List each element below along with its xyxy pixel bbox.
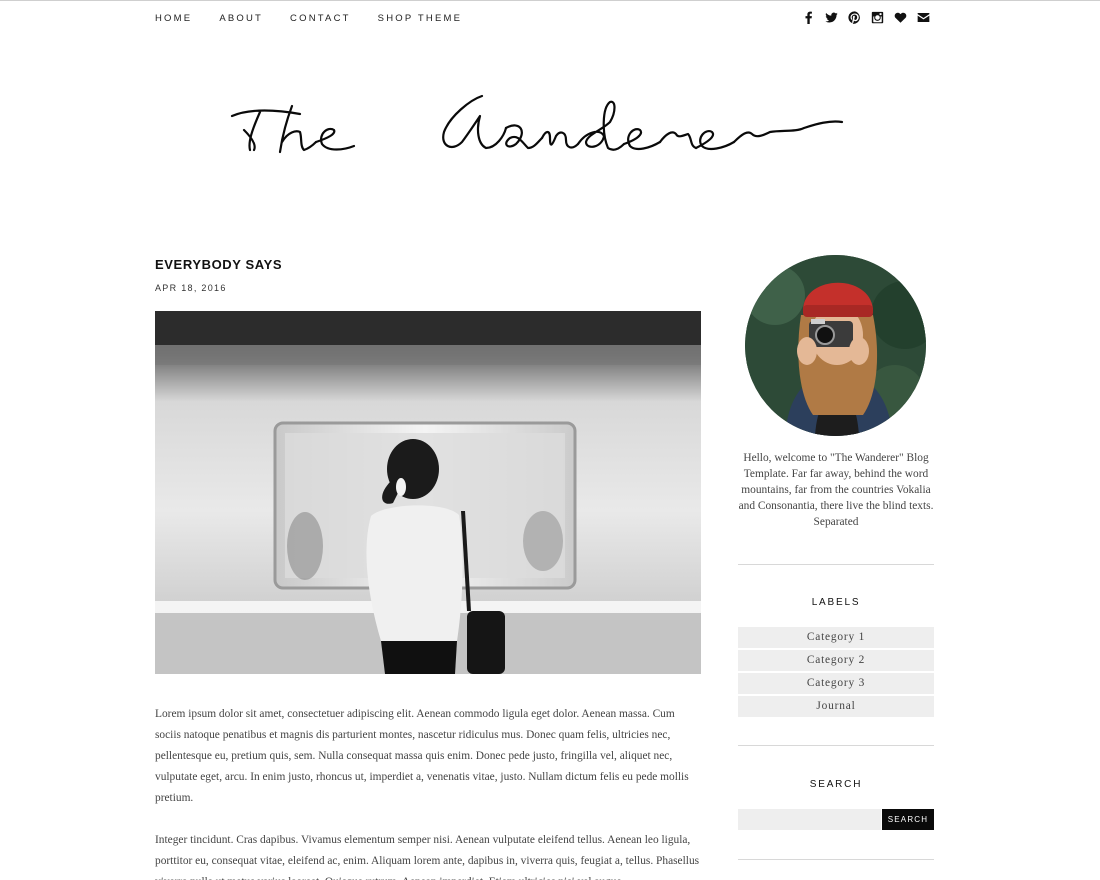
about-text: Hello, welcome to "The Wanderer" Blog Te… [738,452,934,528]
post-paragraph: Lorem ipsum dolor sit amet, consectetuer… [155,708,689,804]
post-date: APR 18, 2016 [155,283,227,293]
author-avatar [745,255,926,436]
instagram-icon[interactable] [870,10,884,24]
label-category-1[interactable]: Category 1 [738,627,934,648]
post-body: Lorem ipsum dolor sit amet, consectetuer… [155,704,701,880]
nav-shop-theme[interactable]: SHOP THEME [378,13,462,24]
post-image[interactable] [155,311,701,674]
facebook-icon[interactable] [801,10,815,24]
label-category-3[interactable]: Category 3 [738,673,934,694]
search-input[interactable] [738,809,881,830]
heart-icon[interactable] [893,10,907,24]
labels-list: Category 1 Category 2 Category 3 Journal [738,627,934,719]
nav-contact[interactable]: CONTACT [290,13,351,24]
author-photo [745,255,926,436]
email-icon[interactable] [916,10,930,24]
search-title: SEARCH [809,779,863,790]
sidebar-divider [738,745,934,746]
blog-logo[interactable] [0,86,1100,166]
label-journal[interactable]: Journal [738,696,934,717]
social-links [801,10,930,24]
search-button[interactable]: SEARCH [882,809,934,830]
top-border [0,0,1100,1]
blog-logo-script [230,94,844,154]
nav-home[interactable]: HOME [155,13,192,24]
labels-title: LABELS [811,597,861,608]
post-title[interactable]: EVERYBODY SAYS [155,257,282,272]
label-category-2[interactable]: Category 2 [738,650,934,671]
nav-about[interactable]: ABOUT [219,13,263,24]
subway-photo [155,311,701,674]
twitter-icon[interactable] [824,10,838,24]
sidebar-divider [738,859,934,860]
post-paragraph: Integer tincidunt. Cras dapibus. Vivamus… [155,834,700,880]
sidebar-divider [738,564,934,565]
top-nav: HOME ABOUT CONTACT SHOP THEME [155,13,489,24]
pinterest-icon[interactable] [847,10,861,24]
